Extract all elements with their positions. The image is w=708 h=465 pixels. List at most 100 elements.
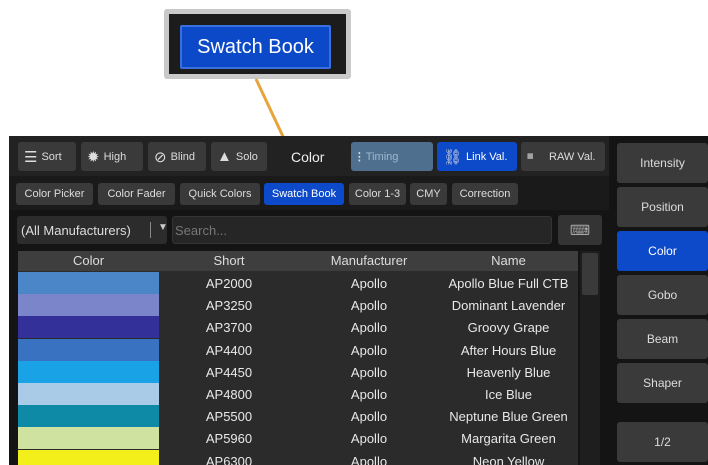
list-icon: ☰ (24, 148, 38, 166)
color-swatch (18, 272, 159, 294)
cell-name: Ice Blue (485, 387, 532, 402)
table-row[interactable]: AP4800 Apollo Ice Blue (18, 383, 578, 405)
cell-short: AP3700 (205, 320, 253, 336)
sidebar-item-beam[interactable]: Beam (617, 319, 708, 359)
high-label: High (103, 150, 127, 163)
cell-manufacturer: Apollo (350, 298, 388, 314)
tab-color-1-3[interactable]: Color 1-3 (349, 183, 406, 205)
table-row[interactable]: AP6300 Apollo Neon Yellow (18, 449, 578, 465)
search-input[interactable]: Search... (172, 216, 552, 244)
cell-name: Heavenly Blue (466, 364, 551, 380)
color-swatch (18, 316, 159, 339)
raw-val-button[interactable]: ▦ RAW Val. (521, 142, 605, 171)
color-swatch (18, 338, 159, 361)
high-button[interactable]: ✹ High (81, 142, 143, 171)
table-row[interactable]: AP3250 Apollo Dominant Lavender (18, 294, 578, 317)
app-window: ☰ Sort ✹ High ⊘ Blind ▲ Solo Color ⁝ Tim… (9, 136, 708, 465)
blind-label: Blind (170, 150, 196, 163)
table-row[interactable]: AP5500 Apollo Neptune Blue Green (18, 405, 578, 428)
cell-short: AP4800 (205, 387, 253, 402)
cell-name: Apollo Blue Full CTB (448, 276, 569, 291)
solo-label: Solo (235, 150, 258, 163)
callout-swatch-book-button: Swatch Book (180, 25, 331, 69)
blind-eye-icon: ⊘ (154, 148, 167, 166)
tab-cmy[interactable]: CMY (410, 183, 447, 205)
sidebar-item-intensity[interactable]: Intensity (617, 143, 708, 183)
cell-short: AP5960 (205, 431, 253, 447)
cell-name: Groovy Grape (467, 320, 550, 336)
tab-swatch-book[interactable]: Swatch Book (264, 183, 344, 205)
cell-short: AP4450 (205, 364, 253, 380)
sort-button[interactable]: ☰ Sort (18, 142, 76, 171)
manufacturer-filter-select[interactable]: (All Manufacturers) ▼ (17, 216, 168, 244)
color-swatch (18, 427, 159, 450)
link-val-button[interactable]: ⛓ Link Val. (437, 142, 517, 171)
swatch-table: Color Short Manufacturer Name AP2000 Apol… (18, 251, 578, 465)
cell-short: AP3250 (205, 298, 253, 314)
raw-val-label: RAW Val. (549, 150, 596, 163)
cell-name: After Hours Blue (460, 342, 557, 358)
cell-manufacturer: Apollo (350, 276, 388, 291)
sidebar: Intensity Position Color Gobo Beam Shape… (610, 136, 708, 465)
callout-inner: Swatch Book (169, 14, 346, 74)
cell-manufacturer: Apollo (350, 320, 388, 336)
cell-short: AP2000 (205, 276, 253, 291)
tab-quick-colors[interactable]: Quick Colors (180, 183, 260, 205)
timing-button[interactable]: ⁝ Timing (351, 142, 433, 171)
blind-button[interactable]: ⊘ Blind (148, 142, 206, 171)
table-row[interactable]: AP5960 Apollo Margarita Green (18, 427, 578, 450)
table-row[interactable]: AP2000 Apollo Apollo Blue Full CTB (18, 272, 578, 294)
color-swatch (18, 383, 159, 405)
cell-manufacturer: Apollo (350, 364, 388, 380)
tab-color-picker[interactable]: Color Picker (16, 183, 93, 205)
scrollbar-thumb[interactable] (582, 253, 598, 295)
chevron-down-icon: ▼ (158, 222, 168, 233)
cell-short: AP5500 (205, 409, 253, 425)
color-swatch (18, 405, 159, 428)
lightbulb-icon: ✹ (87, 148, 100, 166)
cell-manufacturer: Apollo (350, 409, 388, 425)
color-swatch (18, 360, 159, 383)
sidebar-item-gobo[interactable]: Gobo (617, 275, 708, 315)
filter-divider (150, 222, 151, 238)
manufacturer-filter-value: (All Manufacturers) (21, 222, 131, 238)
cell-short: AP4400 (205, 342, 253, 358)
sidebar-item-color[interactable]: Color (617, 231, 708, 271)
sidebar-item-page[interactable]: 1/2 (617, 422, 708, 462)
table-header: Color Short Manufacturer Name (18, 251, 578, 271)
sidebar-item-shaper[interactable]: Shaper (617, 363, 708, 403)
header-manufacturer: Manufacturer (330, 253, 408, 268)
tab-correction[interactable]: Correction (452, 183, 518, 205)
cell-name: Neptune Blue Green (449, 409, 568, 425)
cell-manufacturer: Apollo (350, 453, 388, 465)
binary-icon: ▦ (527, 153, 534, 160)
header-color: Color (72, 253, 105, 268)
color-swatch (18, 449, 159, 465)
solo-button[interactable]: ▲ Solo (211, 142, 267, 171)
cell-name: Dominant Lavender (451, 298, 566, 314)
cell-manufacturer: Apollo (350, 342, 388, 358)
cell-name: Neon Yellow (472, 453, 545, 465)
page-title: Color (291, 149, 325, 165)
table-row[interactable]: AP4400 Apollo After Hours Blue (18, 338, 578, 361)
timing-icon: ⁝ (357, 148, 362, 166)
header-short: Short (213, 253, 245, 268)
top-toolbar: ☰ Sort ✹ High ⊘ Blind ▲ Solo Color ⁝ Tim… (9, 136, 609, 176)
sort-label: Sort (41, 150, 62, 163)
keyboard-button[interactable]: ⌨ (558, 215, 602, 245)
timing-label: Timing (365, 150, 399, 163)
cell-name: Margarita Green (461, 431, 556, 447)
tab-color-fader[interactable]: Color Fader (98, 183, 175, 205)
table-scrollbar[interactable] (580, 251, 600, 465)
cell-manufacturer: Apollo (350, 387, 388, 402)
color-mode-tabs: Color Picker Color Fader Quick Colors Sw… (9, 176, 609, 210)
table-row[interactable]: AP3700 Apollo Groovy Grape (18, 316, 578, 339)
cell-manufacturer: Apollo (350, 431, 388, 447)
table-row[interactable]: AP4450 Apollo Heavenly Blue (18, 360, 578, 383)
color-swatch (18, 294, 159, 317)
sidebar-item-position[interactable]: Position (617, 187, 708, 227)
header-name: Name (491, 253, 526, 268)
link-icon: ⛓ (443, 148, 463, 166)
callout-frame: Swatch Book (164, 9, 351, 79)
cell-short: AP6300 (205, 453, 253, 465)
